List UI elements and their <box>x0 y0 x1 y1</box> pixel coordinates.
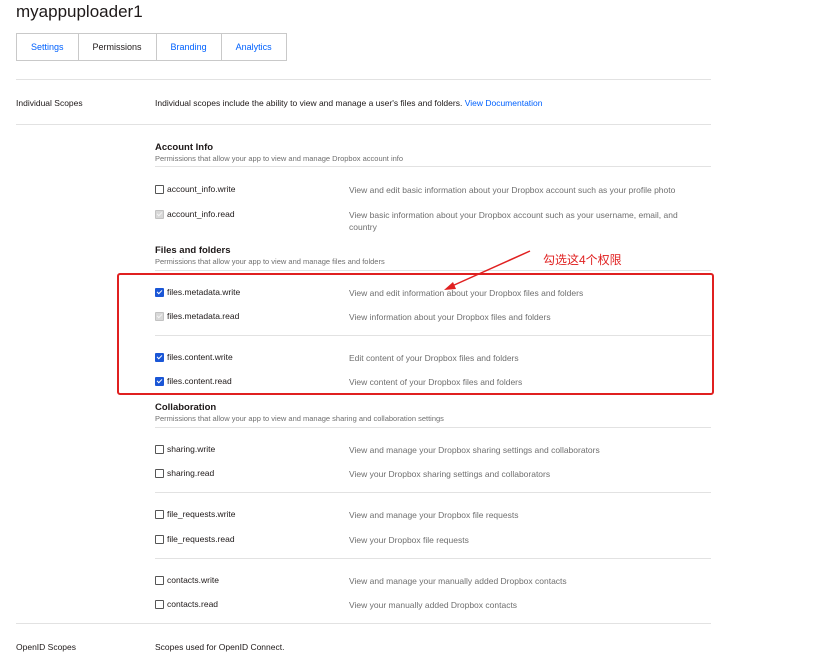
checkbox-account-info-read <box>155 210 164 219</box>
annotation-highlight-box <box>117 273 714 395</box>
individual-scopes-intro: Individual scopes include the ability to… <box>155 98 543 108</box>
checkbox-file-requests-write[interactable] <box>155 510 164 519</box>
permission-name: file_requests.read <box>167 534 235 544</box>
tab-settings[interactable]: Settings <box>16 33 79 61</box>
permission-name: sharing.write <box>167 444 216 454</box>
section-subtitle-collaboration: Permissions that allow your app to view … <box>155 414 444 423</box>
divider <box>16 623 711 624</box>
checkbox-account-info-write[interactable] <box>155 185 164 194</box>
permission-description: View your Dropbox sharing settings and c… <box>349 469 551 479</box>
checkbox-sharing-read[interactable] <box>155 469 164 478</box>
openid-scopes-text: Scopes used for OpenID Connect. <box>155 642 285 652</box>
individual-scopes-label: Individual Scopes <box>16 98 83 108</box>
checkbox-file-requests-read[interactable] <box>155 535 164 544</box>
tab-bar: Settings Permissions Branding Analytics <box>16 33 287 61</box>
openid-scopes-label: OpenID Scopes <box>16 642 77 652</box>
divider <box>155 166 711 167</box>
divider <box>155 270 711 271</box>
intro-text: Individual scopes include the ability to… <box>155 98 463 108</box>
section-title-files-and-folders: Files and folders <box>155 245 231 256</box>
permission-description: View basic information about your Dropbo… <box>349 210 678 232</box>
divider <box>155 492 711 493</box>
permission-name: sharing.read <box>167 468 215 478</box>
permission-name: contacts.write <box>167 575 219 585</box>
permission-description: View your manually added Dropbox contact… <box>349 600 518 610</box>
permission-description: View and manage your Dropbox file reques… <box>349 510 519 520</box>
divider <box>16 124 711 125</box>
divider <box>16 79 711 80</box>
annotation-label: 勾选这4个权限 <box>543 253 622 267</box>
tab-analytics[interactable]: Analytics <box>221 33 287 61</box>
section-subtitle-files-and-folders: Permissions that allow your app to view … <box>155 257 385 266</box>
checkbox-contacts-write[interactable] <box>155 576 164 585</box>
permission-name: account_info.write <box>167 184 236 194</box>
app-title: myappuploader1 <box>16 2 143 21</box>
permission-description: View and edit basic information about yo… <box>349 185 676 195</box>
section-title-collaboration: Collaboration <box>155 402 217 413</box>
divider <box>155 427 711 428</box>
tab-permissions[interactable]: Permissions <box>78 33 157 61</box>
checkbox-sharing-write[interactable] <box>155 445 164 454</box>
permission-name: contacts.read <box>167 599 219 609</box>
permission-description: View and manage your Dropbox sharing set… <box>349 445 600 455</box>
section-subtitle-account-info: Permissions that allow your app to view … <box>155 154 404 163</box>
view-documentation-link[interactable]: View Documentation <box>465 98 543 108</box>
section-title-account-info: Account Info <box>155 142 214 153</box>
permission-description: View and manage your manually added Drop… <box>349 576 567 586</box>
permission-name: file_requests.write <box>167 509 236 519</box>
tab-branding[interactable]: Branding <box>156 33 222 61</box>
divider <box>155 558 711 559</box>
permission-description: View your Dropbox file requests <box>349 535 469 545</box>
checkbox-contacts-read[interactable] <box>155 600 164 609</box>
permission-name: account_info.read <box>167 209 235 219</box>
